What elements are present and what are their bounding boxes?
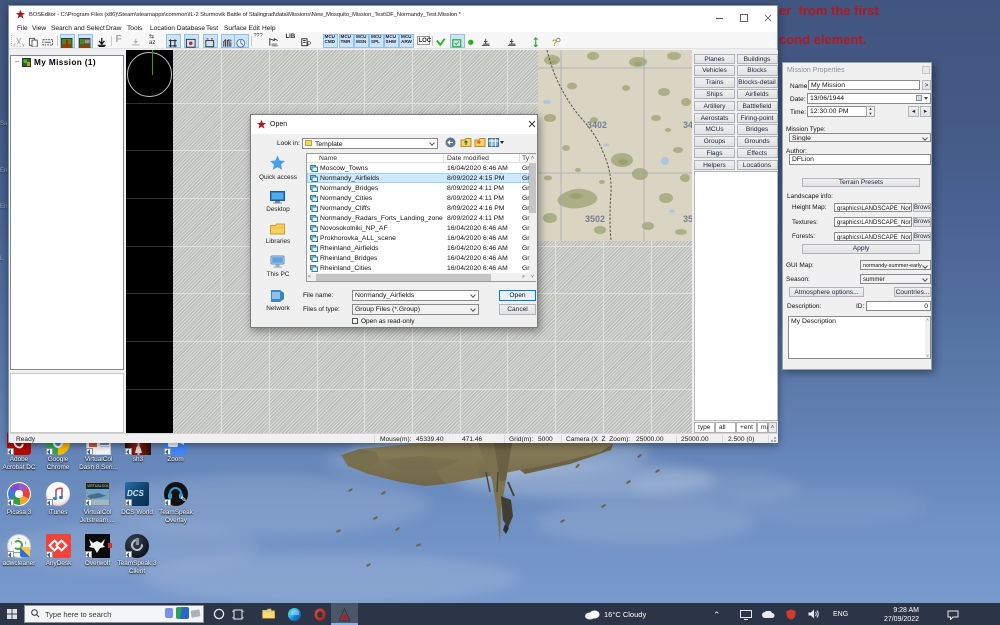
svg-text:P: P (307, 40, 311, 47)
